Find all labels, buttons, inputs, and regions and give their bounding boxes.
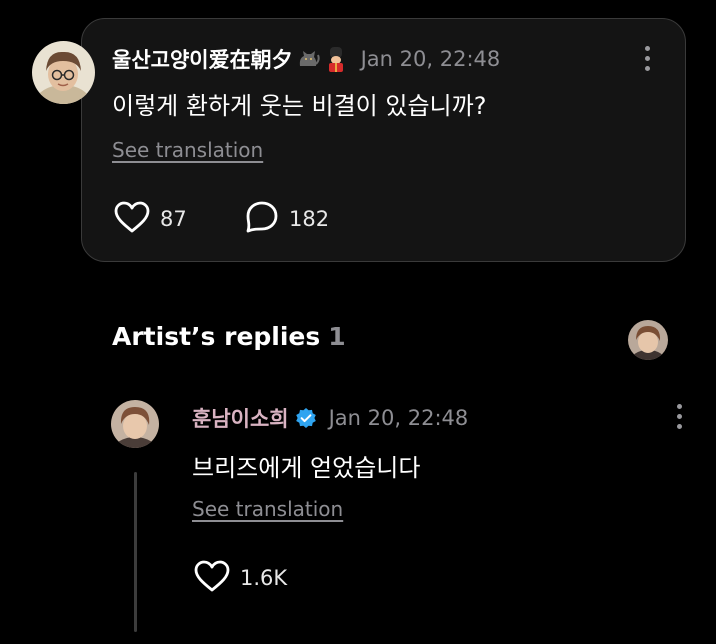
post-more-options-icon[interactable] xyxy=(637,41,657,75)
artist-avatar-small[interactable] xyxy=(628,320,668,360)
reply-timestamp: Jan 20, 22:48 xyxy=(328,406,469,430)
reply-text: 브리즈에게 얻었습니다 xyxy=(192,454,421,482)
artist-replies-title: Artist’s replies xyxy=(112,322,321,351)
post-timestamp: Jan 20, 22:48 xyxy=(360,47,501,71)
post-author-avatar[interactable] xyxy=(32,41,95,104)
cat-emoji-icon xyxy=(295,46,321,72)
heart-outline-icon xyxy=(113,200,151,238)
reply-header: 훈남이소희 Jan 20, 22:48 xyxy=(192,401,468,435)
post-text: 이렇게 환하게 웃는 비결이 있습니까? xyxy=(112,92,487,120)
reply-author-avatar[interactable] xyxy=(111,400,159,448)
thread-connector-line xyxy=(134,472,137,632)
verified-badge-icon xyxy=(295,407,317,429)
artist-replies-count: 1 xyxy=(328,322,346,351)
reply-like-count: 1.6K xyxy=(240,566,288,590)
reply-author-name[interactable]: 훈남이소희 xyxy=(192,403,289,433)
post-author-name[interactable]: 울산고양이爱在朝夕 xyxy=(112,44,293,74)
post-comment-count: 182 xyxy=(289,207,330,231)
reply-like-button[interactable]: 1.6K xyxy=(193,560,287,596)
reply-more-options-icon[interactable] xyxy=(669,399,689,433)
heart-outline-icon xyxy=(193,559,231,597)
guard-emoji-icon xyxy=(323,46,349,72)
reply-see-translation-link[interactable]: See translation xyxy=(192,497,343,521)
post-comment-button[interactable]: 182 xyxy=(244,201,329,237)
artist-replies-heading: Artist’s replies 1 xyxy=(112,322,346,351)
post-see-translation-link[interactable]: See translation xyxy=(112,138,263,162)
post-header: 울산고양이爱在朝夕 Jan 20, 22:48 xyxy=(112,42,500,76)
post-like-count: 87 xyxy=(160,207,187,231)
post-like-button[interactable]: 87 xyxy=(113,201,187,237)
speech-bubble-icon xyxy=(244,199,280,239)
